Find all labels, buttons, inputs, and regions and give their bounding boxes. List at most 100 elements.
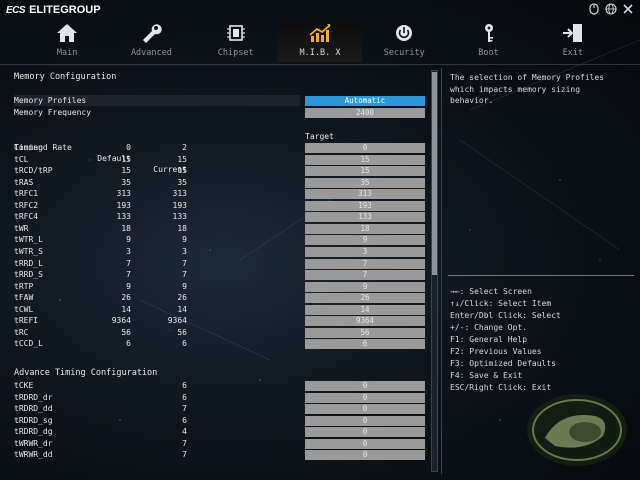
advance-timing-row[interactable]: tRDRD_dd 7 <box>14 403 304 414</box>
timing-default: 9 <box>126 235 131 244</box>
close-icon[interactable] <box>621 2 634 15</box>
timing-row[interactable]: tRFC2 193 193 <box>14 200 304 211</box>
timing-default: 193 <box>116 201 131 210</box>
advance-timing-row[interactable]: tRDRD_dg 4 <box>14 426 304 437</box>
advance-timing-row[interactable]: tWRWR_dd 7 <box>14 449 304 460</box>
timing-row[interactable]: tFAW 26 26 <box>14 292 304 303</box>
advance-timing-current: 7 <box>182 439 187 448</box>
timing-row[interactable]: Command Rate 0 2 <box>14 142 304 153</box>
timing-target-box[interactable]: 14 <box>305 305 425 315</box>
tab-exit[interactable]: Exit <box>531 22 615 62</box>
timing-target-box[interactable]: 9 <box>305 235 425 245</box>
advance-timing-current: 6 <box>182 381 187 390</box>
advance-target-box[interactable]: 0 <box>305 381 425 391</box>
timing-name: tCL <box>14 155 29 164</box>
tab-advanced[interactable]: Advanced <box>109 22 193 62</box>
advance-timing-row[interactable]: tWRWR_dr 7 <box>14 438 304 449</box>
timing-target-box[interactable]: 3 <box>305 247 425 257</box>
timing-row[interactable]: tRFC1 313 313 <box>14 188 304 199</box>
advance-target-box[interactable]: 0 <box>305 450 425 460</box>
memory-profiles-value[interactable]: Automatic <box>305 96 425 106</box>
timing-row[interactable]: tCL 15 15 <box>14 154 304 165</box>
header-divider <box>0 64 640 65</box>
timing-current: 9 <box>182 282 187 291</box>
advance-target-box[interactable]: 0 <box>305 393 425 403</box>
tab-boot[interactable]: Boot <box>446 22 530 62</box>
timing-target-box[interactable]: 35 <box>305 178 425 188</box>
timing-name: tRFC4 <box>14 212 39 221</box>
advance-target-box[interactable]: 0 <box>305 404 425 414</box>
timing-row[interactable]: tWTR_L 9 9 <box>14 234 304 245</box>
timing-target-box[interactable]: 193 <box>305 201 425 211</box>
advance-target-box[interactable]: 0 <box>305 427 425 437</box>
timing-target-box[interactable]: 18 <box>305 224 425 234</box>
timing-target-box[interactable]: 9364 <box>305 316 425 326</box>
chart-icon <box>308 22 332 44</box>
advance-target-box[interactable]: 0 <box>305 439 425 449</box>
timing-name: tRC <box>14 328 29 337</box>
timing-row[interactable]: tREFI 9364 9364 <box>14 315 304 326</box>
advance-timing-current: 4 <box>182 427 187 436</box>
timing-name: tRAS <box>14 178 34 187</box>
brand-logo: ECS <box>6 4 26 16</box>
advance-timing-row[interactable]: tRDRD_sg 6 <box>14 415 304 426</box>
brand-name: ELITEGROUP <box>29 4 101 16</box>
timing-row[interactable]: tCWL 14 14 <box>14 304 304 315</box>
header-target: Target <box>305 132 334 141</box>
timing-name: tCCD_L <box>14 339 43 348</box>
advance-timing-row[interactable]: tCKE 6 <box>14 380 304 391</box>
timing-target-box[interactable]: 0 <box>305 143 425 153</box>
timing-target-box[interactable]: 9 <box>305 282 425 292</box>
tab-mibx[interactable]: M.I.B. X <box>277 22 363 62</box>
timing-current: 6 <box>182 339 187 348</box>
timing-default: 26 <box>121 293 131 302</box>
timing-name: tWTR_S <box>14 247 43 256</box>
timing-row[interactable]: tRRD_S 7 7 <box>14 269 304 280</box>
timing-target-box[interactable]: 56 <box>305 328 425 338</box>
timing-row[interactable]: tRFC4 133 133 <box>14 211 304 222</box>
timing-row[interactable]: tWTR_S 3 3 <box>14 246 304 257</box>
key-legend-item: +/-: Change Opt. <box>450 323 528 332</box>
timing-row[interactable]: tWR 18 18 <box>14 223 304 234</box>
tab-chipset[interactable]: Chipset <box>194 22 278 62</box>
timing-target-box[interactable]: 7 <box>305 259 425 269</box>
timing-current: 9364 <box>167 316 187 325</box>
timing-default: 3 <box>126 247 131 256</box>
timing-row[interactable]: tCCD_L 6 6 <box>14 338 304 349</box>
timing-target-box[interactable]: 26 <box>305 293 425 303</box>
timing-current: 7 <box>182 259 187 268</box>
timing-row[interactable]: tRCD/tRP 15 15 <box>14 165 304 176</box>
memory-profiles-label[interactable]: Memory Profiles <box>14 95 86 106</box>
memory-frequency-label[interactable]: Memory Frequency <box>14 107 91 118</box>
timing-name: Command Rate <box>14 143 72 152</box>
timing-current: 15 <box>177 166 187 175</box>
language-icon[interactable] <box>604 2 617 15</box>
tab-main[interactable]: Main <box>25 22 109 62</box>
timing-name: tWR <box>14 224 29 233</box>
timing-target-box[interactable]: 313 <box>305 189 425 199</box>
tab-chipset-label: Chipset <box>217 48 254 58</box>
timing-target-box[interactable]: 133 <box>305 212 425 222</box>
timing-current: 15 <box>177 155 187 164</box>
timing-target-box[interactable]: 7 <box>305 270 425 280</box>
advance-timing-row[interactable]: tRDRD_dr 6 <box>14 392 304 403</box>
scrollbar-thumb[interactable] <box>432 72 437 275</box>
timing-row[interactable]: tRC 56 56 <box>14 327 304 338</box>
wrench-icon <box>139 22 163 44</box>
tab-security[interactable]: Security <box>362 22 446 62</box>
brand: ECS ELITEGROUP <box>6 3 101 17</box>
timing-row[interactable]: tRRD_L 7 7 <box>14 258 304 269</box>
chip-icon <box>224 22 248 44</box>
timing-target-box[interactable]: 15 <box>305 166 425 176</box>
mouse-icon[interactable] <box>587 2 600 15</box>
timing-current: 313 <box>172 189 187 198</box>
timing-row[interactable]: tRTP 9 9 <box>14 281 304 292</box>
timing-current: 35 <box>177 178 187 187</box>
timing-default: 14 <box>121 305 131 314</box>
advance-target-box[interactable]: 0 <box>305 416 425 426</box>
memory-frequency-value[interactable]: 2400 <box>305 108 425 118</box>
timing-target-box[interactable]: 15 <box>305 155 425 165</box>
timing-name: tRCD/tRP <box>14 166 53 175</box>
timing-row[interactable]: tRAS 35 35 <box>14 177 304 188</box>
timing-target-box[interactable]: 6 <box>305 339 425 349</box>
